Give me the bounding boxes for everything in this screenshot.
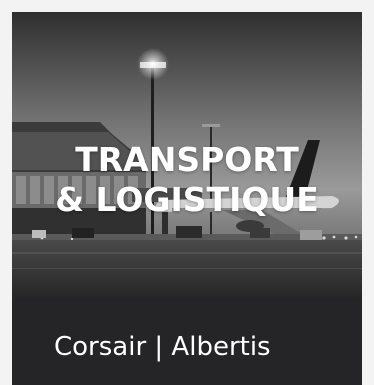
client-name-link[interactable]: Corsair | Albertis xyxy=(54,330,350,364)
category-title: TRANSPORT & LOGISTIQUE xyxy=(12,140,362,220)
category-title-line-1: TRANSPORT xyxy=(75,140,299,179)
category-title-line-2: & LOGISTIQUE xyxy=(55,180,319,219)
